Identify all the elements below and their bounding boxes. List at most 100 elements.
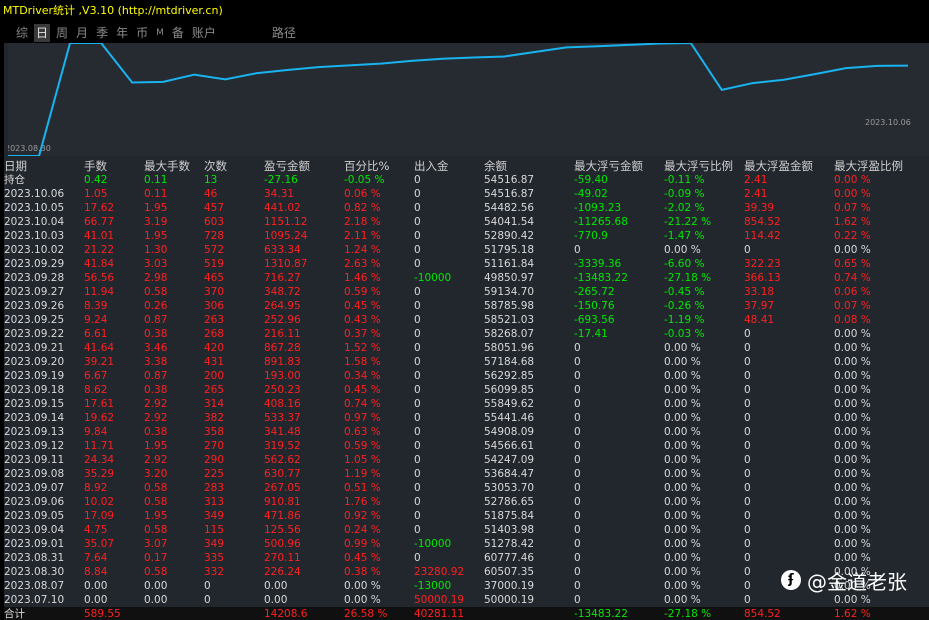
table-row[interactable]: 2023.09.05 17.09 1.95 349 471.86 0.92 % 0 51875… — [4, 509, 929, 523]
table-cell: 2.41 — [744, 188, 768, 200]
table-row[interactable]: 2023.09.14 19.62 2.92 382 533.37 0.97 % 0 55441… — [4, 411, 929, 425]
table-cell — [204, 607, 264, 620]
tab-daily[interactable]: 日 — [34, 24, 51, 42]
table-cell: 268 — [204, 328, 225, 340]
tab-m[interactable]: M — [154, 24, 166, 42]
table-row[interactable]: 2023.09.21 41.64 3.46 420 867.28 1.52 % 0 58051… — [4, 341, 929, 355]
table-row[interactable]: 2023.09.22 6.61 0.38 268 216.11 0.37 % 0 58268.… — [4, 327, 929, 341]
table-row[interactable]: 2023.09.07 8.92 0.58 283 267.05 0.51 % 0 53053.… — [4, 481, 929, 495]
table-cell: 306 — [204, 300, 225, 312]
table-cell: 125.56 — [264, 524, 301, 536]
table-cell: 58051.96 — [484, 342, 535, 354]
equity-chart-svg: 2023.08.30 2023.10.06 — [8, 43, 911, 156]
table-row[interactable]: 2023.10.04 66.77 3.19 603 1151.12 2.18 % 0 5404… — [4, 215, 929, 229]
table-cell: 1.58 % — [344, 356, 381, 368]
table-cell: 17.09 — [84, 510, 115, 522]
tab-overview[interactable]: 综 — [14, 24, 30, 42]
tab-path[interactable]: 路径 — [270, 24, 298, 42]
table-row[interactable]: 2023.10.05 17.62 1.95 457 441.02 0.82 % 0 54482… — [4, 201, 929, 215]
table-cell: 603 — [204, 216, 225, 228]
table-cell: 2.92 — [144, 454, 168, 466]
table-cell: 0 — [574, 538, 581, 550]
table-row[interactable]: 2023.08.31 7.64 0.17 335 270.11 0.45 % 0 60777.… — [4, 551, 929, 565]
table-cell: 0 — [744, 440, 751, 452]
table-row[interactable]: 2023.09.26 8.39 0.26 306 264.95 0.45 % 0 58785.… — [4, 299, 929, 313]
table-cell: -13483.22 — [574, 608, 628, 620]
table-cell: 10.02 — [84, 496, 115, 508]
tab-yearly[interactable]: 年 — [114, 24, 130, 42]
table-row[interactable]: 2023.09.15 17.61 2.92 314 408.16 0.74 % 0 55849… — [4, 397, 929, 411]
table-cell: 35.07 — [84, 538, 115, 550]
table-row[interactable]: 2023.09.20 39.21 3.38 431 891.83 1.58 % 0 57184… — [4, 355, 929, 369]
table-cell: 0 — [414, 314, 421, 326]
table-row[interactable]: 2023.09.28 56.56 2.98 465 716.27 1.46 % -10000… — [4, 271, 929, 285]
table-cell: 0 — [574, 342, 581, 354]
table-cell: -0.09 % — [664, 188, 705, 200]
table-row[interactable]: 2023.09.18 8.62 0.38 265 250.23 0.45 % 0 56099.… — [4, 383, 929, 397]
table-cell: -693.56 — [574, 314, 615, 326]
total-row[interactable]: 合计 589.55 14208.6 26.58 % 40281.11 -13483.22 -… — [4, 607, 929, 620]
table-row[interactable]: 2023.10.02 21.22 1.30 572 633.34 1.24 % 0 51795… — [4, 243, 929, 257]
table-row[interactable]: 2023.07.10 0.00 0.00 0 0.00 0.00 % 50000.19 500… — [4, 593, 929, 607]
tab-notes[interactable]: 备 — [170, 24, 186, 42]
table-cell: 0.00 % — [664, 580, 701, 592]
table-cell: 4.75 — [84, 524, 108, 536]
tab-account[interactable]: 账户 — [190, 24, 218, 42]
table-cell: 盈亏金额 — [264, 159, 310, 173]
table-cell: 0.82 % — [344, 202, 381, 214]
table-cell: 0 — [414, 398, 421, 410]
table-cell: 115 — [204, 524, 225, 536]
table-cell: 0.92 % — [344, 510, 381, 522]
table-header[interactable]: 日期 手数 最大手数 次数 盈亏金额 百分比% 出入金 余额 最大浮亏金额 最大浮亏比例 最大浮盈金… — [4, 159, 929, 173]
table-cell: 58521.03 — [484, 314, 535, 326]
table-cell: 0.58 — [144, 286, 168, 298]
table-row[interactable]: 2023.09.27 11.94 0.58 370 348.72 0.59 % 0 59134… — [4, 285, 929, 299]
table-cell: 0.42 — [84, 174, 108, 186]
table-cell: 55441.46 — [484, 412, 535, 424]
table-row[interactable]: 2023.09.29 41.84 3.03 519 1310.87 2.63 % 0 5116… — [4, 257, 929, 271]
table-cell: 13 — [204, 174, 218, 186]
table-cell: 0.59 % — [344, 286, 381, 298]
table-cell: 1151.12 — [264, 216, 308, 228]
table-row[interactable]: 2023.09.04 4.75 0.58 115 125.56 0.24 % 0 51403.… — [4, 523, 929, 537]
table-row[interactable]: 2023.09.13 9.84 0.38 358 341.48 0.63 % 0 54908.… — [4, 425, 929, 439]
table-cell: 0.00 % — [664, 524, 701, 536]
table-cell: 51403.98 — [484, 524, 535, 536]
table-cell: 58268.07 — [484, 328, 535, 340]
table-row[interactable]: 2023.09.01 35.07 3.07 349 500.96 0.99 % -10000… — [4, 537, 929, 551]
table-cell: 40281.11 — [414, 608, 465, 620]
tab-quarterly[interactable]: 季 — [94, 24, 110, 42]
table-row[interactable]: 2023.10.06 1.05 0.11 46 34.31 0.06 % 0 54516.87… — [4, 187, 929, 201]
table-cell: 314 — [204, 398, 225, 410]
table-cell: 9.24 — [84, 314, 108, 326]
table-cell: 322.23 — [744, 258, 781, 270]
table-cell: 0 — [414, 496, 421, 508]
table-row[interactable]: 2023.09.25 9.24 0.87 263 252.96 0.43 % 0 58521.… — [4, 313, 929, 327]
table-cell: 0 — [414, 412, 421, 424]
table-row[interactable]: 2023.09.19 6.67 0.87 200 193.00 0.34 % 0 56292.… — [4, 369, 929, 383]
table-cell: 0.38 — [144, 384, 168, 396]
table-row[interactable]: 持仓 0.42 0.11 13 -27.16 -0.05 % 0 54516.87 -59.40… — [4, 173, 929, 187]
table-cell: 2023.09.12 — [4, 440, 65, 452]
table-row[interactable]: 2023.09.06 10.02 0.58 313 910.81 1.76 % 0 52786… — [4, 495, 929, 509]
table-row[interactable]: 2023.09.11 24.34 2.92 290 562.62 1.05 % 0 54247… — [4, 453, 929, 467]
table-cell: 0.00 % — [834, 426, 871, 438]
table-cell: -0.26 % — [664, 300, 705, 312]
table-row[interactable]: 2023.10.03 41.01 1.95 728 1095.24 2.11 % 0 5289… — [4, 229, 929, 243]
tab-weekly[interactable]: 周 — [54, 24, 70, 42]
table-cell: 2023.09.27 — [4, 286, 65, 298]
table-cell: 465 — [204, 272, 225, 284]
table-cell: 114.42 — [744, 230, 781, 242]
table-cell: 51875.84 — [484, 510, 535, 522]
table-cell — [144, 607, 204, 620]
table-row[interactable]: 2023.09.08 35.29 3.20 225 630.77 1.19 % 0 53684… — [4, 467, 929, 481]
tab-currency[interactable]: 币 — [134, 24, 150, 42]
table-row[interactable]: 2023.09.12 11.71 1.95 270 319.52 0.59 % 0 54566… — [4, 439, 929, 453]
table-cell: 0.00 % — [834, 384, 871, 396]
table-cell: 0.00 — [264, 580, 288, 592]
table-cell: -6.60 % — [664, 258, 705, 270]
table-cell: 283 — [204, 482, 225, 494]
tab-monthly[interactable]: 月 — [74, 24, 90, 42]
table-cell: 2023.09.18 — [4, 384, 65, 396]
table-cell: 0.58 — [144, 496, 168, 508]
